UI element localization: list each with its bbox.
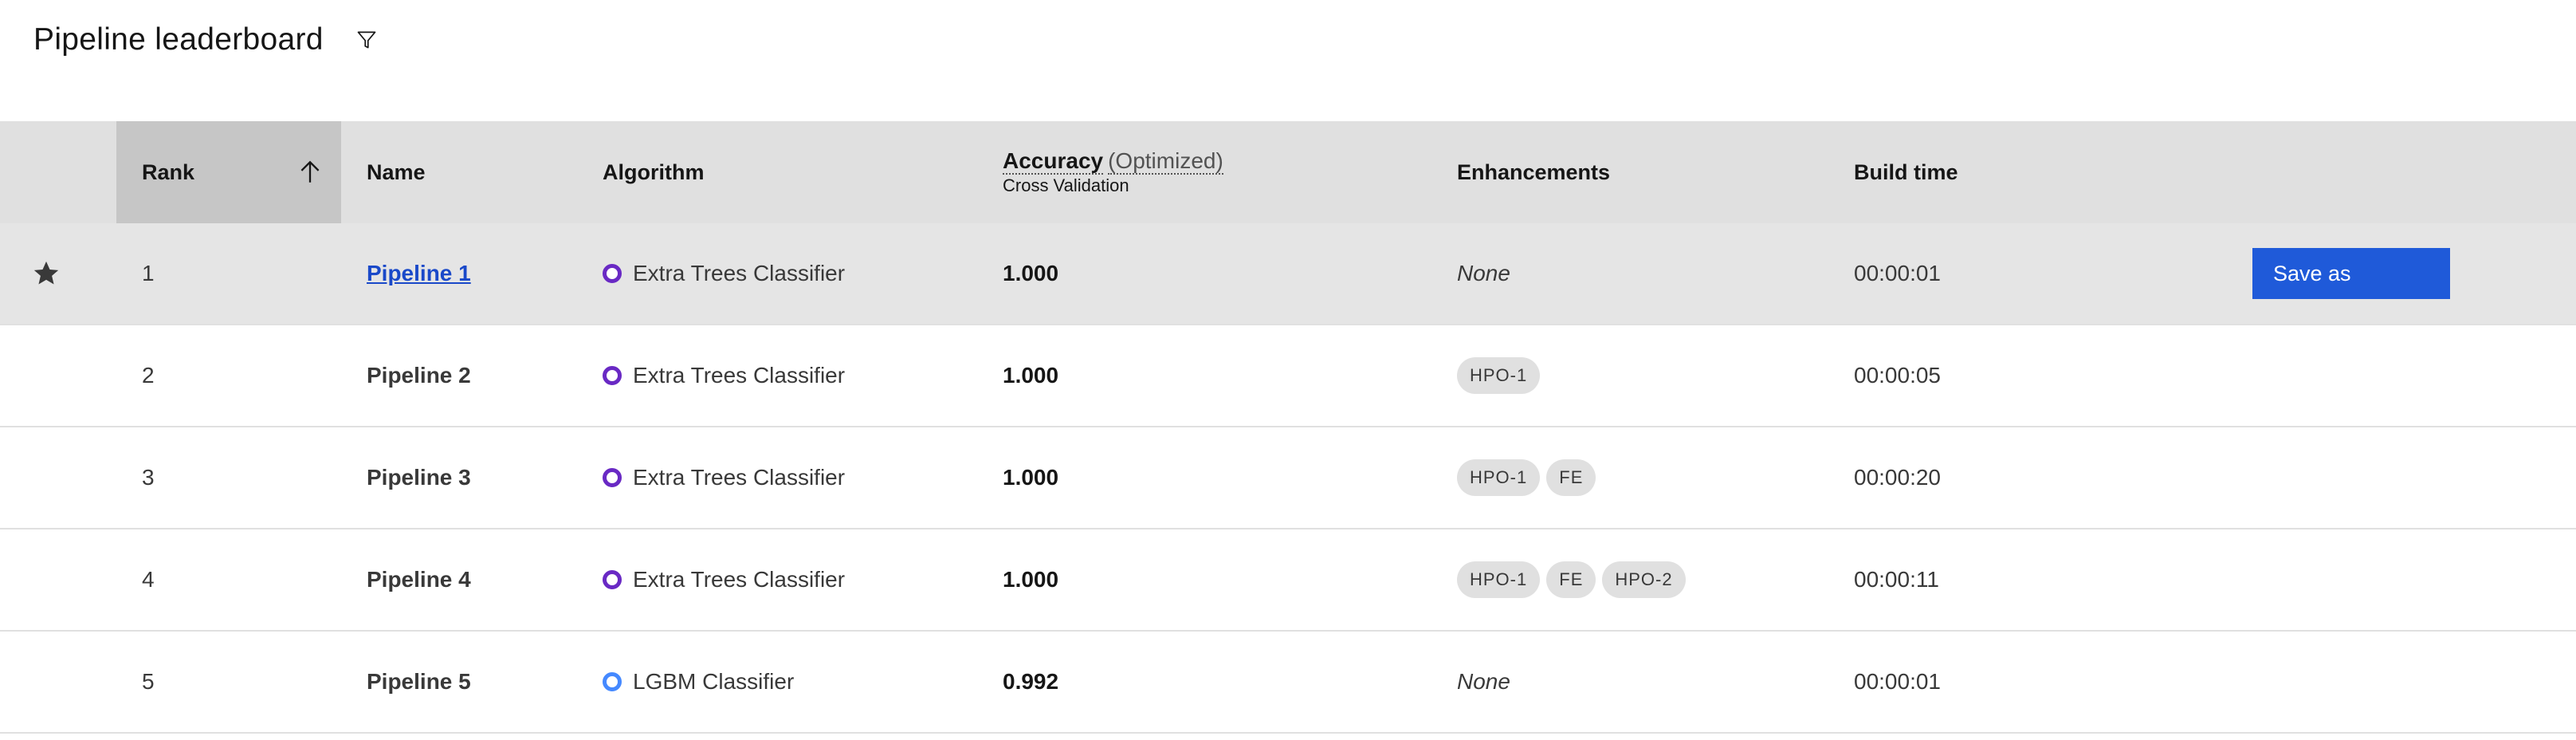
- column-header-enhancements[interactable]: Enhancements: [1457, 121, 1610, 223]
- rank-value: 3: [142, 465, 155, 490]
- column-header-build-time[interactable]: Build time: [1854, 121, 1958, 223]
- algorithm-label: Extra Trees Classifier: [633, 363, 846, 388]
- accuracy-subtitle: Cross Validation: [1003, 175, 1129, 195]
- algorithm-label: Extra Trees Classifier: [633, 567, 846, 592]
- table-row[interactable]: 3 Pipeline 3 Extra Trees Classifier 1.00…: [0, 427, 2576, 529]
- algorithm-cell: Extra Trees Classifier: [603, 529, 845, 630]
- arrow-up-icon[interactable]: [296, 159, 324, 186]
- pipeline-name: Pipeline 3: [367, 465, 471, 490]
- pipeline-name: Pipeline 4: [367, 567, 471, 592]
- enhancement-tag: HPO-1: [1457, 357, 1541, 394]
- build-time-value: 00:00:01: [1854, 669, 1941, 694]
- build-time-value: 00:00:05: [1854, 363, 1941, 388]
- extra-trees-dot-icon: [603, 366, 622, 385]
- algorithm-cell: Extra Trees Classifier: [603, 427, 845, 528]
- table-header: Rank Name Algorithm Accuracy (Optimized) …: [0, 121, 2576, 223]
- algorithm-label: Extra Trees Classifier: [633, 261, 846, 285]
- enhancements-cell: HPO-1: [1457, 325, 1546, 426]
- star-icon[interactable]: [22, 223, 70, 324]
- accuracy-value: 0.992: [1003, 669, 1059, 694]
- algorithm-cell: Extra Trees Classifier: [603, 325, 845, 426]
- enhancement-tag: HPO-1: [1457, 561, 1541, 598]
- extra-trees-dot-icon: [603, 570, 622, 589]
- column-header-name[interactable]: Name: [367, 121, 426, 223]
- enhancement-tag: HPO-1: [1457, 459, 1541, 496]
- enhancements-cell: HPO-1 FE: [1457, 427, 1602, 528]
- rank-value: 5: [142, 669, 155, 694]
- pipeline-link[interactable]: Pipeline 1: [367, 261, 471, 286]
- pipeline-name-link[interactable]: Pipeline 1: [367, 223, 471, 324]
- rank-value: 4: [142, 567, 155, 592]
- save-as-button[interactable]: Save as: [2252, 248, 2450, 299]
- table-row[interactable]: 4 Pipeline 4 Extra Trees Classifier 1.00…: [0, 529, 2576, 632]
- build-time-value: 00:00:20: [1854, 465, 1941, 490]
- enhancement-tag: FE: [1546, 459, 1596, 496]
- build-time-value: 00:00:11: [1854, 567, 1939, 592]
- algorithm-cell: Extra Trees Classifier: [603, 223, 845, 324]
- leaderboard-table: Rank Name Algorithm Accuracy (Optimized) …: [0, 121, 2576, 734]
- rank-value: 2: [142, 363, 155, 388]
- column-header-rank[interactable]: Rank: [116, 121, 341, 223]
- column-header-algorithm[interactable]: Algorithm: [603, 121, 705, 223]
- extra-trees-dot-icon: [603, 468, 622, 487]
- accuracy-metric-label: Accuracy: [1003, 148, 1104, 175]
- accuracy-value: 1.000: [1003, 363, 1059, 388]
- enhancements-cell: HPO-1 FE HPO-2: [1457, 529, 1692, 630]
- accuracy-value: 1.000: [1003, 261, 1059, 285]
- pipeline-name: Pipeline 2: [367, 363, 471, 388]
- build-time-value: 00:00:01: [1854, 261, 1941, 285]
- enhancements-cell: None: [1457, 632, 1510, 732]
- page-header: Pipeline leaderboard: [33, 18, 383, 62]
- accuracy-value: 1.000: [1003, 465, 1059, 490]
- enhancements-cell: None: [1457, 223, 1510, 324]
- page-title: Pipeline leaderboard: [33, 22, 324, 57]
- enhancement-tag: HPO-2: [1602, 561, 1686, 598]
- filter-icon[interactable]: [351, 24, 383, 56]
- column-header-accuracy[interactable]: Accuracy (Optimized) Cross Validation: [1003, 121, 1223, 223]
- rank-value: 1: [142, 261, 155, 285]
- table-row[interactable]: 2 Pipeline 2 Extra Trees Classifier 1.00…: [0, 325, 2576, 427]
- enhancement-tag: FE: [1546, 561, 1596, 598]
- column-header-rank-label: Rank: [142, 159, 195, 184]
- extra-trees-dot-icon: [603, 264, 622, 283]
- accuracy-optimized-label: (Optimized): [1108, 148, 1223, 175]
- action-cell: Save as: [2252, 223, 2450, 324]
- accuracy-value: 1.000: [1003, 567, 1059, 592]
- algorithm-label: Extra Trees Classifier: [633, 465, 846, 490]
- pipeline-name: Pipeline 5: [367, 669, 471, 694]
- enhancements-none: None: [1457, 669, 1510, 694]
- table-row[interactable]: 1 Pipeline 1 Extra Trees Classifier 1.00…: [0, 223, 2576, 325]
- algorithm-cell: LGBM Classifier: [603, 632, 794, 732]
- algorithm-label: LGBM Classifier: [633, 669, 795, 694]
- enhancements-none: None: [1457, 261, 1510, 285]
- table-row[interactable]: 5 Pipeline 5 LGBM Classifier 0.992 None …: [0, 632, 2576, 734]
- lgbm-dot-icon: [603, 672, 622, 691]
